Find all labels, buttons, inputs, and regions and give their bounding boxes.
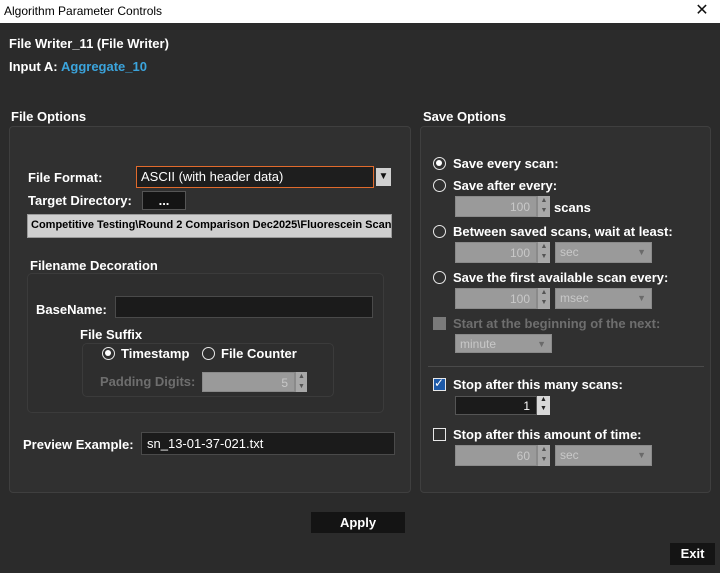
- spin-up-icon[interactable]: ▲: [295, 372, 307, 382]
- filename-decoration-heading: Filename Decoration: [30, 258, 158, 273]
- preview-example-label: Preview Example:: [23, 437, 134, 452]
- start-beginning-checkbox[interactable]: [433, 317, 446, 330]
- padding-digits-input[interactable]: 5: [202, 372, 295, 392]
- file-format-value: ASCII (with header data): [141, 169, 284, 184]
- spin-down-icon[interactable]: ▼: [537, 206, 550, 217]
- file-format-label: File Format:: [28, 170, 103, 185]
- spin-up-icon[interactable]: ▲: [537, 196, 550, 206]
- stop-time-unit-select[interactable]: sec ▼: [555, 445, 652, 466]
- stop-scans-label[interactable]: Stop after this many scans:: [453, 377, 623, 392]
- stop-time-checkbox[interactable]: [433, 428, 446, 441]
- spin-down-icon[interactable]: ▼: [537, 252, 550, 263]
- window-title: Algorithm Parameter Controls: [4, 4, 163, 18]
- apply-button[interactable]: Apply: [311, 512, 405, 533]
- stop-time-unit-value: sec: [560, 448, 579, 462]
- file-counter-label[interactable]: File Counter: [221, 346, 297, 361]
- stop-time-label[interactable]: Stop after this amount of time:: [453, 427, 642, 442]
- chevron-down-icon: ▼: [637, 293, 646, 303]
- first-available-unit-value: msec: [560, 291, 589, 305]
- chevron-down-icon: ▼: [637, 247, 646, 257]
- first-available-radio[interactable]: [433, 271, 446, 284]
- chevron-down-icon[interactable]: ▼: [376, 168, 391, 186]
- first-available-label[interactable]: Save the first available scan every:: [453, 270, 668, 285]
- stop-time-input[interactable]: 60: [455, 445, 537, 466]
- basename-input[interactable]: [115, 296, 373, 318]
- start-beginning-label: Start at the beginning of the next:: [453, 316, 661, 331]
- file-options-heading: File Options: [11, 109, 87, 124]
- between-unit-value: sec: [560, 245, 579, 259]
- timestamp-radio[interactable]: [102, 347, 115, 360]
- title-bar: Algorithm Parameter Controls ✕: [0, 0, 720, 23]
- save-every-scan-label[interactable]: Save every scan:: [453, 156, 559, 171]
- basename-label: BaseName:: [36, 302, 107, 317]
- save-after-every-radio[interactable]: [433, 179, 446, 192]
- input-label: Input A:: [9, 59, 58, 74]
- padding-digits-label: Padding Digits:: [100, 374, 196, 389]
- save-after-every-input[interactable]: 100: [455, 196, 537, 217]
- spin-up-icon[interactable]: ▲: [537, 288, 550, 298]
- spin-up-icon[interactable]: ▲: [537, 242, 550, 252]
- between-unit-select[interactable]: sec ▼: [555, 242, 652, 263]
- save-after-every-label[interactable]: Save after every:: [453, 178, 557, 193]
- start-beginning-unit-value: minute: [460, 337, 497, 351]
- between-scans-radio[interactable]: [433, 225, 446, 238]
- between-scans-label[interactable]: Between saved scans, wait at least:: [453, 224, 673, 239]
- first-available-unit-select[interactable]: msec ▼: [555, 288, 652, 309]
- chevron-down-icon: ▼: [637, 450, 646, 460]
- chevron-down-icon: ▼: [537, 339, 546, 349]
- target-directory-label: Target Directory:: [28, 193, 132, 208]
- file-format-select[interactable]: ASCII (with header data): [136, 166, 374, 188]
- spin-up-icon[interactable]: ▲: [537, 445, 550, 455]
- between-scans-input[interactable]: 100: [455, 242, 537, 263]
- close-icon[interactable]: ✕: [692, 1, 712, 21]
- file-counter-radio[interactable]: [202, 347, 215, 360]
- spin-down-icon[interactable]: ▼: [537, 298, 550, 309]
- save-every-scan-radio[interactable]: [433, 157, 446, 170]
- first-available-input[interactable]: 100: [455, 288, 537, 309]
- preview-example-field: sn_13-01-37-021.txt: [141, 432, 395, 455]
- file-suffix-heading: File Suffix: [80, 327, 143, 342]
- spin-down-icon[interactable]: ▼: [537, 405, 550, 415]
- timestamp-label[interactable]: Timestamp: [121, 346, 189, 361]
- browse-button[interactable]: ...: [142, 191, 186, 210]
- stop-scans-checkbox[interactable]: [433, 376, 446, 391]
- spin-up-icon[interactable]: ▲: [537, 396, 550, 405]
- stop-scans-input[interactable]: 1: [455, 396, 537, 415]
- node-name: File Writer_11 (File Writer): [9, 36, 169, 51]
- target-directory-path: Competitive Testing\Round 2 Comparison D…: [27, 214, 392, 238]
- input-link[interactable]: Aggregate_10: [61, 59, 147, 74]
- scans-unit-label: scans: [554, 200, 591, 215]
- save-options-heading: Save Options: [423, 109, 507, 124]
- spin-down-icon[interactable]: ▼: [537, 455, 550, 466]
- start-beginning-unit-select[interactable]: minute ▼: [455, 334, 552, 353]
- exit-button[interactable]: Exit: [670, 543, 715, 565]
- spin-down-icon[interactable]: ▼: [295, 382, 307, 392]
- divider: [428, 366, 704, 367]
- preview-example-value: sn_13-01-37-021.txt: [147, 436, 264, 451]
